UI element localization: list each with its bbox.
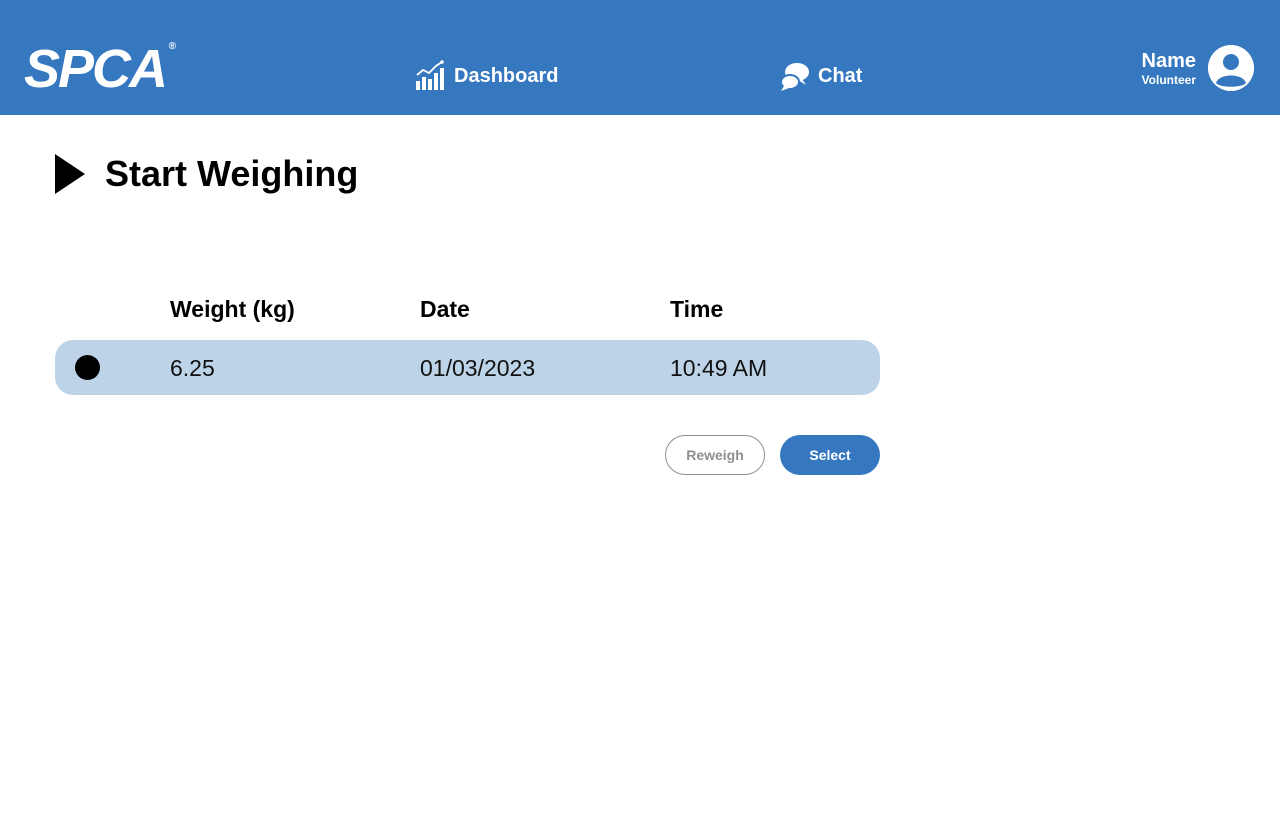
column-header-weight: Weight (kg) [170,296,295,322]
user-profile[interactable]: Name Volunteer [1142,45,1254,91]
registered-mark: ® [168,41,177,52]
cell-date: 01/03/2023 [420,355,536,381]
cell-weight: 6.25 [170,355,215,381]
cell-time: 10:49 AM [670,355,768,381]
user-name: Name [1141,50,1196,72]
table-row[interactable]: 6.25 01/03/2023 10:49 AM [55,340,880,395]
user-role: Volunteer [1141,73,1196,87]
column-header-date: Date [420,296,470,322]
logo-text: SPCA [24,39,168,99]
user-info: Name Volunteer [1142,49,1196,87]
play-arrow-icon[interactable] [55,154,85,194]
chat-bubbles-icon [780,60,810,92]
nav-dashboard-label: Dashboard [454,64,559,87]
nav-chat-label: Chat [818,64,863,87]
nav-chat[interactable]: Chat [780,58,862,94]
page-title: Start Weighing [105,153,359,194]
select-button[interactable]: Select [780,435,880,475]
page-title-section: Start Weighing [55,152,358,196]
spca-logo[interactable]: SPCA ® [24,39,176,99]
user-avatar-icon[interactable] [1208,45,1254,91]
nav-dashboard[interactable]: Dashboard [414,58,558,94]
radio-selected-icon[interactable] [75,355,100,380]
column-header-time: Time [670,296,724,322]
bar-chart-icon [414,60,446,92]
app-header: SPCA ® Dashboard Chat Name Volunteer [0,0,1280,115]
reweigh-button[interactable]: Reweigh [665,435,765,475]
